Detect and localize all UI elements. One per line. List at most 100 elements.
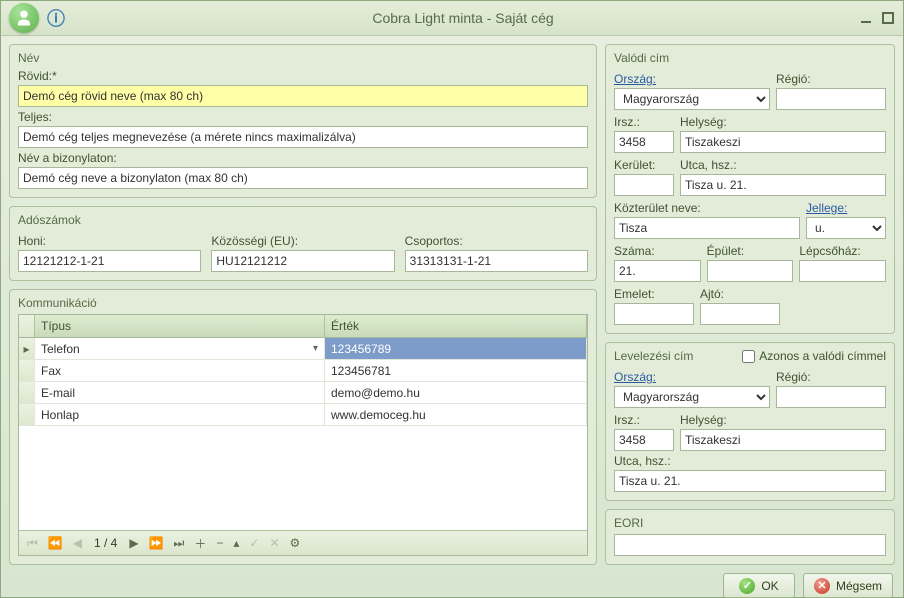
cell-value[interactable]: demo@demo.hu xyxy=(325,382,587,403)
valodi-cim-panel: Valódi cím Ország: Magyarország Régió: I… xyxy=(605,44,895,334)
cell-value[interactable]: 123456781 xyxy=(325,360,587,381)
honi-label: Honi: xyxy=(18,234,201,248)
cancel-button-label: Mégsem xyxy=(836,579,882,593)
csoportos-label: Csoportos: xyxy=(405,234,588,248)
nav-edit-icon[interactable]: ▴ xyxy=(231,536,241,550)
valodi-emelet-input[interactable] xyxy=(614,303,694,325)
adoszamok-title: Adószámok xyxy=(18,213,588,227)
emelet-label: Emelet: xyxy=(614,287,694,301)
nav-last-icon[interactable]: ⏭ xyxy=(172,536,187,551)
rovid-input[interactable] xyxy=(18,85,588,107)
nav-settings-icon[interactable]: ⚙ xyxy=(288,536,303,550)
kozossegi-label: Közösségi (EU): xyxy=(211,234,394,248)
nav-prev-icon[interactable]: ◀ xyxy=(71,536,84,550)
row-indicator-icon: ▸ xyxy=(19,338,35,359)
cancel-button[interactable]: ✕ Mégsem xyxy=(803,573,893,598)
valodi-jellege-select[interactable]: u. xyxy=(806,217,886,239)
ajto-label: Ajtó: xyxy=(700,287,780,301)
nev-panel: Név Rövid:* Teljes: Név a bizonylaton: xyxy=(9,44,597,198)
azonos-checkbox[interactable] xyxy=(742,350,755,363)
lev-irsz-input[interactable] xyxy=(614,429,674,451)
valodi-lepcsohaz-input[interactable] xyxy=(799,260,886,282)
valodi-helyseg-input[interactable] xyxy=(680,131,886,153)
nav-first-icon[interactable]: ⏮ xyxy=(25,536,40,551)
app-icon xyxy=(9,3,39,33)
kommunikacio-grid[interactable]: Típus Érték ▸ Telefon▾ 123456789 Fax 123… xyxy=(18,314,588,556)
bizonylat-input[interactable] xyxy=(18,167,588,189)
kommunikacio-panel: Kommunikáció Típus Érték ▸ Telefon▾ 1234… xyxy=(9,289,597,565)
grid-header: Típus Érték xyxy=(19,315,587,338)
valodi-epulet-input[interactable] xyxy=(707,260,794,282)
kozossegi-input[interactable] xyxy=(211,250,394,272)
nav-accept-icon[interactable]: ✓ xyxy=(247,536,261,550)
azonos-label-text: Azonos a valódi címmel xyxy=(759,349,886,363)
info-icon[interactable] xyxy=(45,7,67,29)
cell-value[interactable]: www.democeg.hu xyxy=(325,404,587,425)
valodi-irsz-input[interactable] xyxy=(614,131,674,153)
valodi-regio-input[interactable] xyxy=(776,88,886,110)
honi-input[interactable] xyxy=(18,250,201,272)
table-row[interactable]: Honlap www.democeg.hu xyxy=(19,404,587,426)
levelezesi-cim-title: Levelezési cím Azonos a valódi címmel xyxy=(614,349,886,363)
nav-prevpage-icon[interactable]: ⏪ xyxy=(46,536,65,550)
valodi-kozterulet-input[interactable] xyxy=(614,217,800,239)
valodi-kerulet-input[interactable] xyxy=(614,174,674,196)
content-area: Név Rövid:* Teljes: Név a bizonylaton: A… xyxy=(1,36,903,573)
eori-panel: EORI xyxy=(605,509,895,565)
col-ertek-header[interactable]: Érték xyxy=(325,315,587,337)
titlebar: Cobra Light minta - Saját cég xyxy=(1,1,903,36)
adoszamok-panel: Adószámok Honi: Közösségi (EU): Csoporto… xyxy=(9,206,597,281)
levelezesi-cim-panel: Levelezési cím Azonos a valódi címmel Or… xyxy=(605,342,895,501)
cell-type: Honlap xyxy=(35,404,325,425)
azonos-checkbox-label[interactable]: Azonos a valódi címmel xyxy=(742,349,886,363)
dropdown-icon[interactable]: ▾ xyxy=(313,343,318,354)
check-icon: ✓ xyxy=(739,578,755,594)
lev-helyseg-input[interactable] xyxy=(680,429,886,451)
grid-navigator: ⏮ ⏪ ◀ 1 / 4 ▶ ⏩ ⏭ ＋ − ▴ ✓ ✕ ⚙ xyxy=(19,530,587,555)
lev-utca-input[interactable] xyxy=(614,470,886,492)
kozterulet-label: Közterület neve: xyxy=(614,201,800,215)
minimize-button[interactable] xyxy=(859,11,873,25)
col-tipus-header[interactable]: Típus xyxy=(35,315,325,337)
rovid-label: Rövid:* xyxy=(18,69,588,83)
ok-button[interactable]: ✓ OK xyxy=(723,573,795,598)
footer: ✓ OK ✕ Mégsem xyxy=(1,573,903,598)
cell-value[interactable]: 123456789 xyxy=(325,338,587,359)
lepcsohaz-label: Lépcsőház: xyxy=(799,244,886,258)
levelezesi-title-text: Levelezési cím xyxy=(614,349,693,363)
nev-panel-title: Név xyxy=(18,51,588,65)
eori-title: EORI xyxy=(614,516,886,530)
valodi-cim-title: Valódi cím xyxy=(614,51,886,65)
lev-orszag-select[interactable]: Magyarország xyxy=(614,386,770,408)
nav-remove-icon[interactable]: − xyxy=(214,536,225,550)
cell-type: E-mail xyxy=(35,382,325,403)
regio-label: Régió: xyxy=(776,72,886,86)
epulet-label: Épület: xyxy=(707,244,794,258)
nav-next-icon[interactable]: ▶ xyxy=(127,536,140,550)
valodi-orszag-select[interactable]: Magyarország xyxy=(614,88,770,110)
lev-orszag-link[interactable]: Ország: xyxy=(614,370,770,384)
nav-add-icon[interactable]: ＋ xyxy=(192,535,208,552)
orszag-link[interactable]: Ország: xyxy=(614,72,770,86)
ok-button-label: OK xyxy=(761,579,778,593)
lev-regio-input[interactable] xyxy=(776,386,886,408)
valodi-szama-input[interactable] xyxy=(614,260,701,282)
jellege-link[interactable]: Jellege: xyxy=(806,201,886,215)
cell-type: Fax xyxy=(35,360,325,381)
csoportos-input[interactable] xyxy=(405,250,588,272)
table-row[interactable]: Fax 123456781 xyxy=(19,360,587,382)
maximize-button[interactable] xyxy=(881,11,895,25)
nav-nextpage-icon[interactable]: ⏩ xyxy=(147,536,166,550)
eori-input[interactable] xyxy=(614,534,886,556)
valodi-ajto-input[interactable] xyxy=(700,303,780,325)
table-row[interactable]: ▸ Telefon▾ 123456789 xyxy=(19,338,587,360)
valodi-utca-input[interactable] xyxy=(680,174,886,196)
table-row[interactable]: E-mail demo@demo.hu xyxy=(19,382,587,404)
utca-label: Utca, hsz.: xyxy=(680,158,886,172)
nav-cancel-icon[interactable]: ✕ xyxy=(267,536,281,550)
irsz-label: Irsz.: xyxy=(614,115,674,129)
teljes-input[interactable] xyxy=(18,126,588,148)
bizonylat-label: Név a bizonylaton: xyxy=(18,151,588,165)
close-icon: ✕ xyxy=(814,578,830,594)
lev-irsz-label: Irsz.: xyxy=(614,413,674,427)
